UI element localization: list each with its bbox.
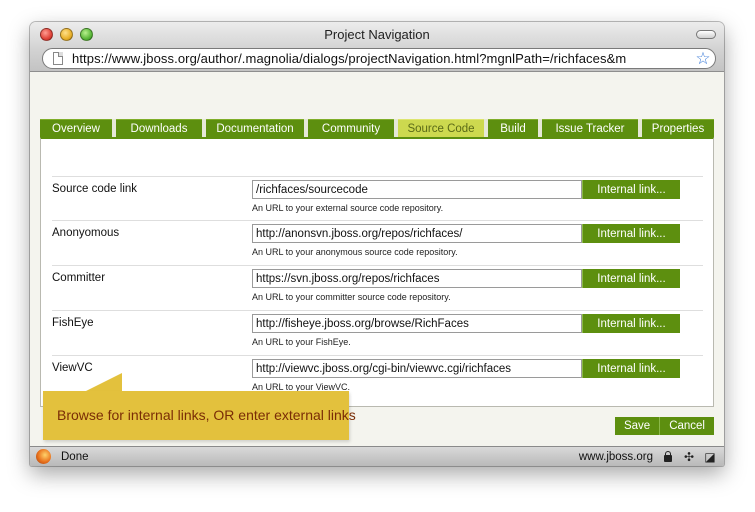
tab-community[interactable]: Community bbox=[308, 119, 394, 137]
save-button[interactable]: Save bbox=[614, 417, 660, 435]
title-bar: Project Navigation https://www.jboss.org… bbox=[30, 22, 724, 72]
firefox-icon bbox=[36, 449, 51, 464]
field-label: FishEye bbox=[52, 317, 94, 329]
internal-link-button[interactable]: Internal link... bbox=[582, 180, 680, 199]
page-icon bbox=[53, 52, 63, 65]
field-help-text: An URL to your committer source code rep… bbox=[252, 292, 451, 302]
status-domain[interactable]: www.jboss.org bbox=[579, 451, 653, 463]
tooltip-callout: Browse for internal links, OR enter exte… bbox=[43, 391, 356, 440]
fisheye-input[interactable] bbox=[252, 314, 582, 333]
source-code-link-input[interactable] bbox=[252, 180, 582, 199]
tab-downloads[interactable]: Downloads bbox=[116, 119, 202, 137]
window-title: Project Navigation bbox=[324, 27, 430, 42]
field-help-text: An URL to your FishEye. bbox=[252, 337, 351, 347]
field-row-fisheye: FishEye Internal link... An URL to your … bbox=[52, 311, 703, 356]
field-help-text: An URL to your external source code repo… bbox=[252, 203, 444, 213]
field-row-source-code-link: Source code link Internal link... An URL… bbox=[52, 176, 703, 221]
star-icon[interactable]: ☆ bbox=[693, 50, 713, 67]
tab-properties[interactable]: Properties bbox=[642, 119, 714, 137]
tab-build[interactable]: Build bbox=[488, 119, 538, 137]
committer-input[interactable] bbox=[252, 269, 582, 288]
tab-issue-tracker[interactable]: Issue Tracker bbox=[542, 119, 638, 137]
field-help-text: An URL to your anonymous source code rep… bbox=[252, 247, 458, 257]
lock-icon[interactable] bbox=[661, 450, 675, 464]
status-text: Done bbox=[61, 450, 89, 463]
url-text[interactable]: https://www.jboss.org/author/.magnolia/d… bbox=[72, 51, 693, 66]
internal-link-button[interactable]: Internal link... bbox=[582, 314, 680, 333]
addon-icon[interactable]: ◪ bbox=[703, 450, 717, 464]
tab-source-code[interactable]: Source Code bbox=[398, 119, 484, 137]
tab-documentation[interactable]: Documentation bbox=[206, 119, 304, 137]
debug-icon[interactable]: ✣ bbox=[682, 450, 696, 464]
cancel-button[interactable]: Cancel bbox=[659, 417, 714, 435]
viewvc-input[interactable] bbox=[252, 359, 582, 378]
field-label: Source code link bbox=[52, 183, 138, 195]
callout-pointer bbox=[86, 373, 122, 391]
field-row-committer: Committer Internal link... An URL to you… bbox=[52, 266, 703, 311]
toolbar-toggle-button[interactable] bbox=[696, 30, 716, 39]
field-label: Anonyomous bbox=[52, 227, 120, 239]
dialog-actions: Save Cancel bbox=[614, 417, 714, 435]
internal-link-button[interactable]: Internal link... bbox=[582, 359, 680, 378]
field-label: Committer bbox=[52, 272, 106, 284]
internal-link-button[interactable]: Internal link... bbox=[582, 269, 680, 288]
anonymous-input[interactable] bbox=[252, 224, 582, 243]
tab-overview[interactable]: Overview bbox=[40, 119, 112, 137]
address-bar[interactable]: https://www.jboss.org/author/.magnolia/d… bbox=[42, 48, 716, 69]
source-code-panel: Source code link Internal link... An URL… bbox=[40, 137, 714, 407]
field-row-anonymous: Anonyomous Internal link... An URL to yo… bbox=[52, 221, 703, 266]
internal-link-button[interactable]: Internal link... bbox=[582, 224, 680, 243]
status-bar: Done www.jboss.org ✣ ◪ bbox=[30, 446, 724, 466]
